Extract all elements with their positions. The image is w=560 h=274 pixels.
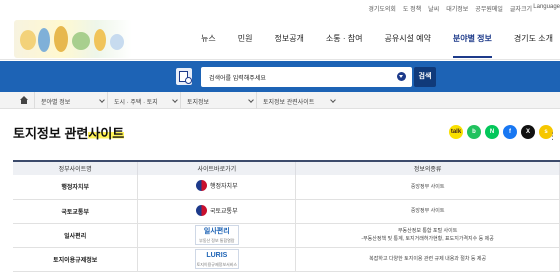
info-type: 부동산정보 통합 포털 사이트 -부동산정책 및 통계, 토지거래허가현황, 표… [295,223,560,248]
more-options-icon[interactable]: ⋮ [548,131,557,142]
breadcrumb-item-4[interactable]: 토지정보 관련사이트 [256,92,338,109]
table-row: 국토교통부 국토교통부 중앙정부 사이트 [13,199,560,224]
logo-label: 국토교통부 [210,208,238,215]
info-type: 복잡하고 다양한 토지이용 관련 규제 내용과 절차 등 제공 [295,247,560,272]
ilsa-logo-link[interactable]: 일사편리 부동산 정보 통합열람 [194,225,239,245]
x-share-icon[interactable]: X [521,125,535,139]
util-link-policy[interactable]: 도 정책 [403,4,421,13]
site-logo[interactable] [14,20,132,58]
breadcrumb-item-1[interactable]: 분야별 정보 [34,92,107,109]
naver-share-icon[interactable]: N [485,125,499,139]
table-row: 행정자치부 행정자치부 중앙정부 사이트 [13,175,560,200]
chevron-down-icon [397,72,406,81]
logo-sub-label: 부동산 정보 통합열람 [199,238,235,243]
luris-logo-link[interactable]: LURIS 토지이용규제정보서비스 [194,249,239,269]
info-type: 중앙정부 사이트 [295,199,560,224]
table-header-row: 정부사이트명 사이트바로가기 정보의종류 [13,160,560,175]
site-name: 행정자치부 [13,175,139,200]
breadcrumb-label: 도시 · 주택 · 토지 [114,100,158,106]
site-link-cell: 국토교통부 [137,199,297,224]
breadcrumb-label: 분야별 정보 [41,100,71,106]
nav-item-about[interactable]: 경기도 소개 [503,33,560,44]
chevron-down-icon [172,97,178,103]
table-row: 일사편리 일사편리 부동산 정보 통합열람 부동산정보 통합 포털 사이트 -부… [13,223,560,248]
util-link-font-size[interactable]: 글자크기 [510,4,532,13]
chevron-down-icon [99,97,105,103]
nav-item-field-info[interactable]: 분야별 정보 [442,33,503,58]
site-name: 일사편리 [13,223,139,248]
site-link-cell: 일사편리 부동산 정보 통합열람 [137,223,297,248]
site-link-cell: 행정자치부 [137,175,297,200]
info-line-2: -부동산정책 및 통계, 토지거래허가현황, 표도지가격지수 등 제공 [361,236,494,242]
kakaotalk-share-icon[interactable]: talk [449,125,463,139]
site-header: 뉴스 민원 정보공개 소통 · 참여 공유시설 예약 분야별 정보 경기도 소개 [0,18,560,60]
logo-label: LURIS [206,252,228,259]
info-type: 중앙정부 사이트 [295,175,560,200]
utility-bar: 경기도의회 도 정책 날씨 대기정보 공무원메일 글자크기 Language [0,0,560,18]
taegeuk-icon [196,180,207,192]
nav-item-news[interactable]: 뉴스 [190,33,227,44]
col-header-shortcut: 사이트바로가기 [137,160,297,175]
breadcrumb: 분야별 정보 도시 · 주택 · 토지 토지정보 토지정보 관련사이트 [0,92,560,109]
nav-item-info-open[interactable]: 정보공개 [263,33,314,44]
sites-table: 정부사이트명 사이트바로가기 정보의종류 행정자치부 행정자치부 중앙정부 사이… [13,160,560,272]
page-title: 토지정보 관련사이트 [13,123,125,142]
global-nav: 뉴스 민원 정보공개 소통 · 참여 공유시설 예약 분야별 정보 경기도 소개 [190,33,560,58]
band-share-icon[interactable]: b [467,125,481,139]
site-name: 토지이용규제정보 [13,247,139,272]
share-buttons: talk b N f X s [449,125,553,139]
page-title-highlight: 사이트 [88,126,125,141]
site-link-cell: LURIS 토지이용규제정보서비스 [137,247,297,272]
table-row: 토지이용규제정보 LURIS 토지이용규제정보서비스 복잡하고 다양한 토지이용… [13,247,560,272]
logo-label: 행정자치부 [210,184,238,191]
search-select-value: 검색어를 입력해주세요 [209,76,266,82]
breadcrumb-item-3[interactable]: 토지정보 [180,92,256,109]
document-search-icon [176,68,192,85]
language-select[interactable]: Language [533,4,560,10]
search-band: 검색어를 입력해주세요 검색 [0,61,560,92]
home-icon[interactable] [20,96,28,104]
logo-label: 일사편리 [203,228,230,235]
nav-item-civil[interactable]: 민원 [227,33,264,44]
breadcrumb-label: 토지정보 [187,100,210,106]
breadcrumb-item-2[interactable]: 도시 · 주택 · 토지 [107,92,180,109]
search-select[interactable]: 검색어를 입력해주세요 [201,67,412,87]
col-header-site-name: 정부사이트명 [13,160,139,175]
nav-item-participation[interactable]: 소통 · 참여 [315,33,374,44]
logo-sub-label: 토지이용규제정보서비스 [196,262,238,267]
facebook-share-icon[interactable]: f [503,125,517,139]
page: 경기도의회 도 정책 날씨 대기정보 공무원메일 글자크기 Language 뉴… [0,0,560,274]
breadcrumb-label: 토지정보 관련사이트 [263,100,315,106]
util-link-air[interactable]: 대기정보 [446,4,468,13]
utility-links: 경기도의회 도 정책 날씨 대기정보 공무원메일 글자크기 [368,4,532,13]
nav-item-facility[interactable]: 공유시설 예약 [373,33,441,44]
util-link-weather[interactable]: 날씨 [428,4,439,13]
util-link-mail[interactable]: 공무원메일 [475,4,503,13]
page-title-text: 토지정보 관련 [13,126,89,141]
chevron-down-icon [330,97,336,103]
util-link-council[interactable]: 경기도의회 [368,4,396,13]
molit-logo-link[interactable]: 국토교통부 [196,204,238,216]
info-line-1: 부동산정보 통합 포털 사이트 [397,228,458,234]
mois-logo-link[interactable]: 행정자치부 [196,180,238,192]
chevron-down-icon [248,97,254,103]
taegeuk-icon [196,204,207,216]
col-header-info-type: 정보의종류 [295,160,560,175]
search-button[interactable]: 검색 [414,67,436,87]
site-name: 국토교통부 [13,199,139,224]
